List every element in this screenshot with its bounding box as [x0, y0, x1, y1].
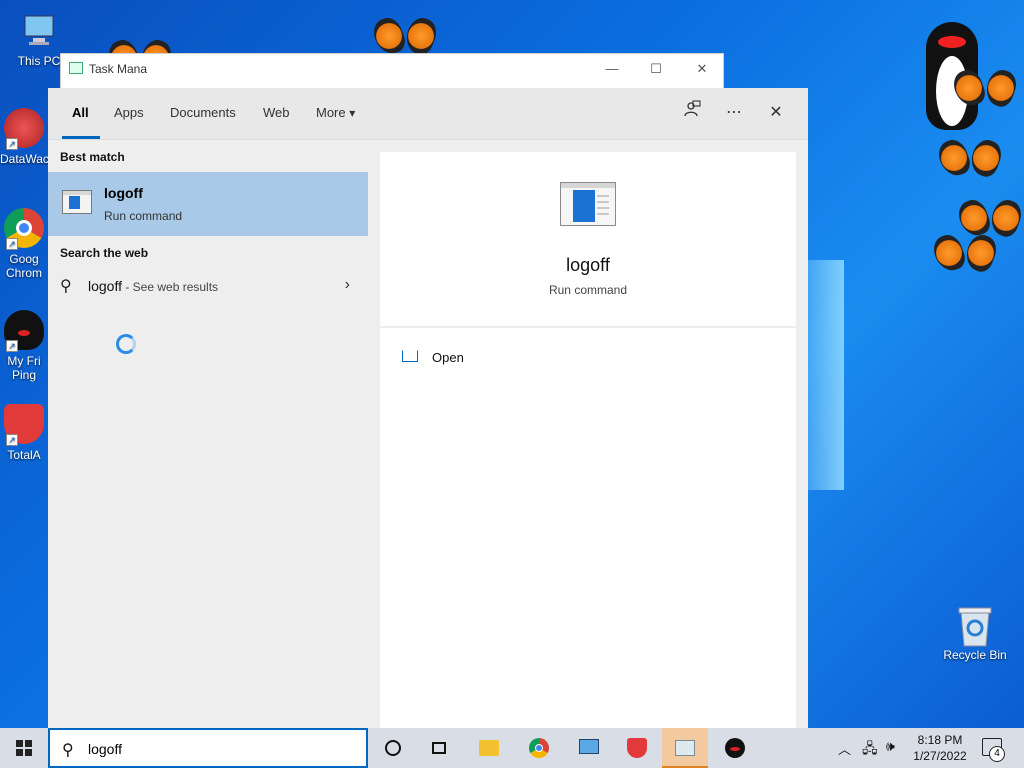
search-input[interactable]: [88, 741, 348, 757]
folder-icon: [479, 740, 499, 756]
desktop-icon-pingu[interactable]: ↗ My Fri Ping: [0, 310, 48, 382]
chrome-icon: ↗: [4, 208, 44, 250]
desktop-icon-label: This PC: [17, 54, 61, 68]
volume-icon[interactable]: 🕪: [886, 738, 895, 768]
remote-desktop-button[interactable]: [566, 728, 612, 768]
butterfly-sticker: [955, 70, 1015, 110]
totalav-button[interactable]: [614, 728, 660, 768]
close-icon[interactable]: ✕: [761, 100, 791, 126]
best-match-type: Run command: [104, 209, 183, 223]
start-button[interactable]: [0, 728, 48, 768]
desktop-icon-totalav[interactable]: ↗ TotalA: [0, 404, 48, 462]
chrome-button[interactable]: [516, 728, 562, 768]
cortana-circle-icon: [385, 740, 401, 756]
penguin-icon: [725, 738, 745, 758]
web-result-item[interactable]: ⚲ logoff - See web results ›: [48, 272, 368, 302]
system-clock[interactable]: 8:18 PM 1/27/2022: [900, 732, 980, 764]
chevron-down-icon: ▾: [349, 106, 356, 120]
loading-spinner-icon: [116, 334, 136, 354]
chevron-up-icon[interactable]: ︿: [838, 739, 851, 768]
results-list: Best match logoff Run command Search the…: [48, 140, 368, 728]
pingu-button[interactable]: [712, 728, 758, 768]
tab-web[interactable]: Web: [263, 105, 290, 120]
recycle-bin-icon: [955, 604, 995, 647]
monitor-icon: [579, 739, 599, 754]
windows-logo-icon: [16, 740, 32, 756]
computer-icon: [19, 10, 59, 50]
search-web-heading: Search the web: [60, 246, 149, 260]
best-match-heading: Best match: [60, 150, 125, 164]
desktop-icon-chrome[interactable]: ↗ Goog Chrom: [0, 208, 48, 280]
clock-time: 8:18 PM: [917, 733, 963, 747]
desktop-icon-label: DataWac: [0, 152, 48, 166]
tab-documents[interactable]: Documents: [170, 105, 236, 120]
task-manager-icon: [69, 62, 83, 74]
web-result-query: logoff: [88, 278, 122, 294]
preview-title: logoff: [566, 255, 610, 275]
chrome-icon: [529, 738, 549, 758]
search-tabs: All Apps Documents Web More ▾ ⋯ ✕: [48, 88, 808, 140]
web-result-hint: - See web results: [122, 280, 219, 294]
desktop-icon-label: Recycle Bin: [943, 648, 1007, 662]
shortcut-arrow-icon: ↗: [6, 340, 18, 352]
task-view-icon: [432, 742, 446, 754]
chevron-right-icon[interactable]: ›: [345, 276, 350, 294]
tab-more[interactable]: More ▾: [316, 105, 355, 120]
butterfly-sticker: [960, 200, 1020, 240]
task-manager-title: Task Mana: [89, 62, 148, 76]
butterfly-sticker: [375, 18, 435, 58]
best-match-item[interactable]: logoff Run command: [48, 172, 368, 236]
tab-all[interactable]: All: [72, 105, 89, 120]
task-manager-icon: [675, 740, 695, 756]
notification-count-badge: 4: [989, 746, 1005, 762]
preview-pane: logoff Run command Open: [380, 152, 796, 728]
taskbar: ⚲ ︿ 🖧 🕪 8:18 PM 1/27/2022 4: [0, 728, 1024, 768]
close-icon[interactable]: ✕: [687, 58, 717, 80]
feedback-icon[interactable]: [677, 100, 707, 126]
task-manager-button[interactable]: [662, 728, 708, 768]
desktop-icon-recycle-bin[interactable]: Recycle Bin: [940, 604, 1010, 662]
network-icon[interactable]: 🖧: [862, 738, 878, 768]
preview-subtitle: Run command: [548, 283, 628, 297]
more-options-icon[interactable]: ⋯: [719, 100, 749, 126]
desktop-icon-label: Goog Chrom: [5, 252, 42, 280]
butterfly-sticker: [935, 235, 995, 275]
task-view-button[interactable]: [416, 728, 462, 768]
shield-icon: ↗: [4, 404, 44, 446]
active-tab-indicator: [62, 136, 100, 139]
open-icon: [402, 350, 418, 362]
tab-apps[interactable]: Apps: [114, 105, 144, 120]
maximize-icon[interactable]: ☐: [641, 58, 671, 80]
web-result-text: logoff - See web results: [88, 278, 218, 294]
shortcut-arrow-icon: ↗: [6, 238, 18, 250]
clock-date: 1/27/2022: [913, 749, 967, 763]
taskbar-search-box[interactable]: ⚲: [48, 728, 368, 768]
search-icon: ⚲: [60, 278, 72, 295]
shortcut-arrow-icon: ↗: [6, 434, 18, 446]
datawa-icon: ↗: [4, 108, 44, 150]
run-command-icon: [62, 190, 92, 214]
butterfly-sticker: [940, 140, 1000, 180]
tab-more-label: More: [316, 105, 346, 120]
task-manager-window[interactable]: Task Mana — ☐ ✕: [60, 53, 724, 93]
penguin-icon: ↗: [4, 310, 44, 352]
best-match-name: logoff: [104, 185, 143, 201]
minimize-icon[interactable]: —: [597, 58, 627, 80]
search-icon: ⚲: [62, 742, 74, 759]
run-command-icon: [560, 182, 616, 226]
preview-header: logoff Run command: [380, 152, 796, 328]
open-action-label: Open: [432, 350, 464, 365]
shield-icon: [627, 738, 647, 758]
search-panel: All Apps Documents Web More ▾ ⋯ ✕ Best m…: [48, 88, 808, 728]
cortana-button[interactable]: [370, 728, 416, 768]
desktop-icon-label: TotalA: [7, 448, 41, 462]
shortcut-arrow-icon: ↗: [6, 138, 18, 150]
desktop-icon-datawa[interactable]: ↗ DataWac: [0, 108, 48, 166]
desktop-icon-label: My Fri Ping: [7, 354, 41, 382]
file-explorer-button[interactable]: [466, 728, 512, 768]
